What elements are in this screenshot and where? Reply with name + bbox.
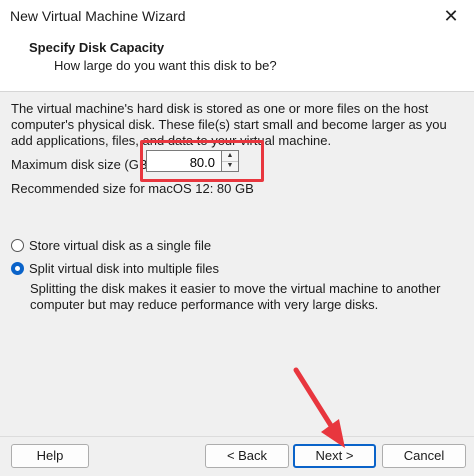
page-title: Specify Disk Capacity (29, 40, 165, 55)
wizard-header: Specify Disk Capacity How large do you w… (0, 33, 474, 92)
next-button[interactable]: Next > (293, 444, 376, 468)
page-subtitle: How large do you want this disk to be? (54, 58, 277, 73)
close-icon[interactable]: ✕ (428, 0, 474, 33)
window-title: New Virtual Machine Wizard (10, 8, 186, 24)
title-bar: New Virtual Machine Wizard ✕ (0, 0, 474, 33)
annotation-highlight-box (140, 140, 264, 182)
help-button[interactable]: Help (11, 444, 89, 468)
single-file-label[interactable]: Store virtual disk as a single file (29, 238, 211, 253)
multiple-files-radio[interactable] (11, 262, 24, 275)
back-button[interactable]: < Back (205, 444, 289, 468)
cancel-button[interactable]: Cancel (382, 444, 466, 468)
recommended-size-text: Recommended size for macOS 12: 80 GB (11, 181, 254, 196)
wizard-window: New Virtual Machine Wizard ✕ Specify Dis… (0, 0, 474, 476)
single-file-radio[interactable] (11, 239, 24, 252)
multiple-files-label[interactable]: Split virtual disk into multiple files (29, 261, 219, 276)
max-disk-size-label: Maximum disk size (GB): (11, 157, 156, 172)
split-description: Splitting the disk makes it easier to mo… (30, 281, 441, 312)
